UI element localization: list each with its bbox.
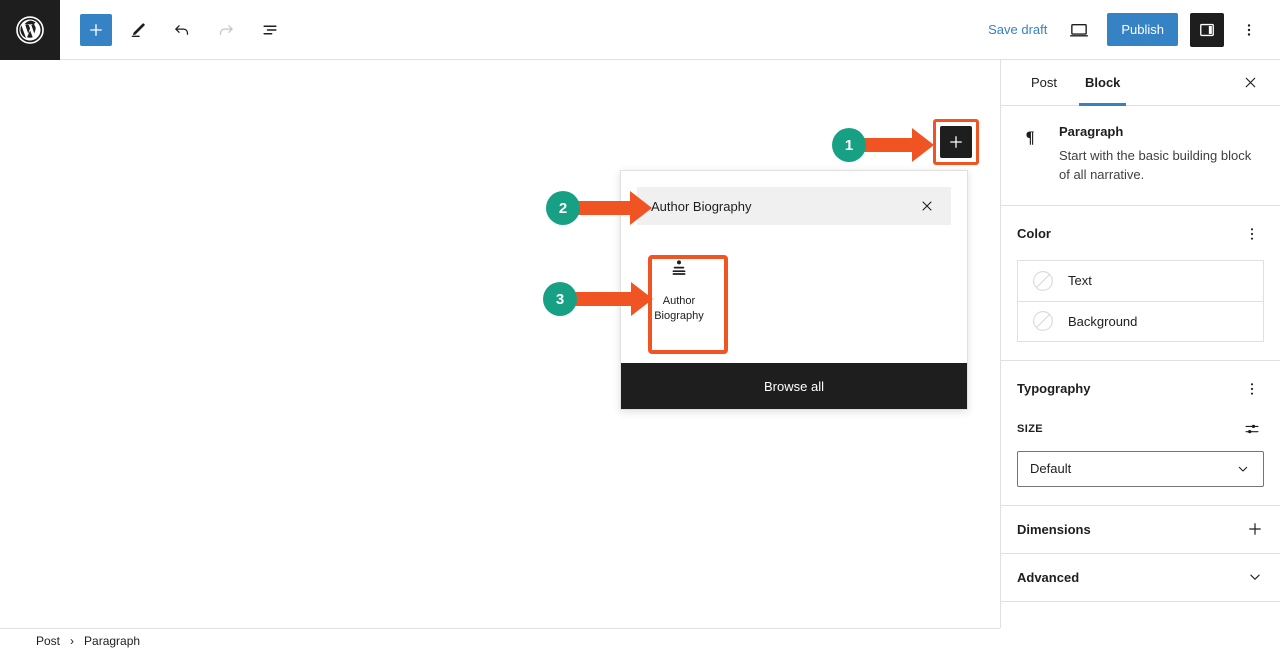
annotation-marker-1: 1 (832, 128, 866, 162)
sliders-icon (1245, 424, 1259, 433)
font-size-label-row: SIZE (1017, 417, 1264, 441)
browse-all-button[interactable]: Browse all (621, 363, 967, 409)
annotation-arrow-2 (576, 191, 652, 225)
tab-post[interactable]: Post (1017, 60, 1071, 106)
annotation-marker-3: 3 (543, 282, 577, 316)
inserter-toggle-button[interactable] (940, 126, 972, 158)
wordpress-logo-icon[interactable] (0, 0, 60, 60)
settings-sidebar-toggle-button[interactable] (1190, 12, 1224, 47)
undo-icon (175, 24, 189, 35)
desktop-preview-icon (1070, 23, 1089, 37)
font-size-label: SIZE (1017, 422, 1044, 435)
typography-section-header: Typography (1017, 377, 1264, 401)
block-result-label: Author Biography (654, 295, 704, 322)
editor-top-bar: Save draft Publish (0, 0, 1280, 60)
color-section-header: Color (1017, 222, 1264, 246)
clear-search-button[interactable] (917, 196, 937, 216)
plus-icon (1246, 520, 1264, 538)
typography-options-button[interactable] (1240, 377, 1264, 401)
sidebar-tabs: Post Block (1001, 60, 1280, 106)
undo-button[interactable] (164, 12, 200, 48)
block-info-panel: ¶ Paragraph Start with the basic buildin… (1001, 106, 1280, 206)
font-size-select[interactable]: Default (1017, 450, 1264, 487)
wordpress-block-editor: Save draft Publish Author Biography Auth… (0, 0, 1280, 652)
breadcrumb: Post › Paragraph (0, 628, 1000, 652)
add-block-button[interactable] (80, 13, 112, 46)
breadcrumb-item-post[interactable]: Post (36, 634, 60, 648)
color-options-list: Text Background (1017, 259, 1264, 342)
three-dots-vertical-icon (1247, 23, 1251, 36)
preview-button[interactable] (1061, 12, 1097, 48)
dimensions-title: Dimensions (1017, 521, 1091, 537)
inserter-results-grid: Author Biography (621, 225, 967, 333)
close-sidebar-button[interactable] (1236, 69, 1264, 97)
chevron-down-icon (1246, 568, 1264, 586)
annotation-arrow-1 (862, 128, 934, 162)
color-row-text[interactable]: Text (1018, 261, 1263, 301)
redo-icon (219, 24, 233, 35)
color-row-label: Text (1068, 273, 1092, 289)
three-dots-vertical-icon (1250, 382, 1254, 395)
top-bar-right-tools: Save draft Publish (978, 12, 1280, 48)
typography-section: Typography SIZE Default (1001, 361, 1280, 506)
inserter-search-wrapper (621, 171, 967, 225)
list-view-icon (263, 25, 277, 34)
sidebar-panel-icon (1200, 23, 1214, 36)
redo-button[interactable] (208, 12, 244, 48)
tab-block[interactable]: Block (1071, 60, 1134, 106)
color-options-button[interactable] (1240, 222, 1264, 246)
chevron-down-icon (1235, 461, 1251, 477)
color-section: Color Text Background (1001, 206, 1280, 361)
list-view-button[interactable] (252, 12, 288, 48)
empty-color-swatch (1032, 310, 1054, 332)
empty-color-swatch (1032, 270, 1054, 292)
block-info-text: Paragraph Start with the basic building … (1059, 124, 1260, 185)
color-row-label: Background (1068, 313, 1138, 329)
annotation-marker-2: 2 (546, 191, 580, 225)
plus-icon (90, 23, 102, 36)
block-inserter-popover: Author Biography Browse all (620, 170, 968, 410)
publish-button[interactable]: Publish (1107, 13, 1178, 46)
color-row-background[interactable]: Background (1018, 300, 1263, 341)
settings-sidebar: Post Block ¶ Paragraph Start with the ba… (1000, 60, 1280, 628)
advanced-title: Advanced (1017, 569, 1080, 585)
advanced-panel-row[interactable]: Advanced (1001, 554, 1280, 602)
block-title: Paragraph (1059, 124, 1124, 139)
edit-tool-button[interactable] (120, 12, 156, 48)
typography-section-title: Typography (1017, 381, 1091, 397)
font-size-settings-button[interactable] (1240, 417, 1264, 441)
inserter-search-field[interactable] (637, 187, 951, 225)
svg-text:¶: ¶ (1026, 128, 1035, 147)
close-x-icon (1245, 77, 1255, 88)
top-bar-left-tools (60, 12, 288, 48)
plus-icon (950, 136, 962, 148)
dimensions-panel-row[interactable]: Dimensions (1001, 506, 1280, 554)
close-x-icon (922, 201, 932, 211)
breadcrumb-item-paragraph[interactable]: Paragraph (84, 634, 140, 648)
save-draft-button[interactable]: Save draft (978, 14, 1057, 45)
editor-more-options-button[interactable] (1232, 13, 1266, 47)
search-input[interactable] (651, 198, 917, 214)
author-biography-icon (667, 256, 691, 282)
block-description: Start with the basic building block of a… (1059, 148, 1252, 182)
breadcrumb-separator: › (70, 633, 75, 648)
pencil-icon (131, 22, 145, 37)
three-dots-vertical-icon (1250, 227, 1254, 240)
paragraph-pilcrow-icon: ¶ (1021, 124, 1045, 185)
color-section-title: Color (1017, 226, 1051, 242)
annotation-arrow-3 (573, 282, 655, 316)
font-size-value: Default (1030, 461, 1072, 477)
